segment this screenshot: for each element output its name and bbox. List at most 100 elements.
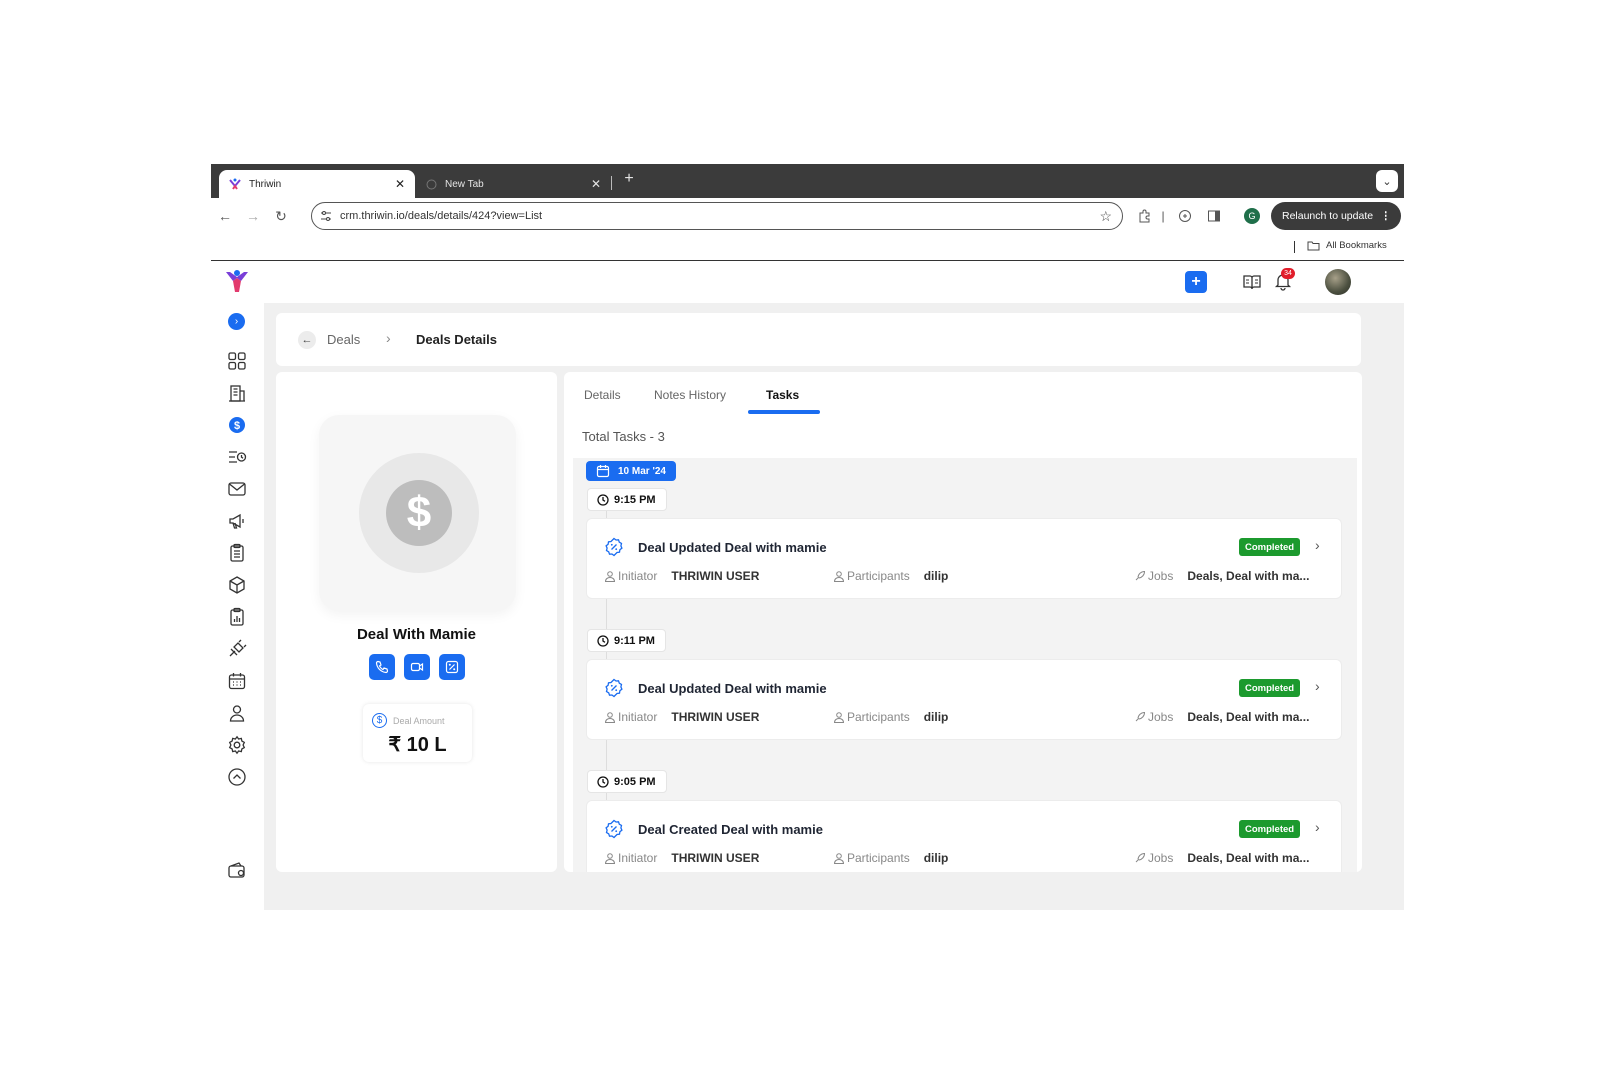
tab-details[interactable]: Details [584,388,621,402]
user-avatar[interactable] [1325,269,1351,295]
task-card[interactable]: Deal Updated Deal with mamie Completed ›… [586,659,1342,740]
participants-label-row: Participants [833,569,910,583]
thriwin-logo[interactable] [224,268,250,294]
deal-actions [369,654,465,680]
breadcrumb-deals-link[interactable]: Deals [327,332,360,347]
tab-notes-history[interactable]: Notes History [654,388,726,402]
side-panel-icon[interactable] [1206,208,1222,224]
tab-title: Thriwin [249,178,282,190]
globe-icon [425,178,437,190]
time-chip: 9:05 PM [587,770,667,793]
participants-label-row: Participants [833,710,910,724]
video-call-button[interactable] [404,654,430,680]
settings-icon[interactable] [226,734,247,755]
quick-add-button[interactable]: + [1185,271,1207,293]
browser-tab-bar: Thriwin ✕ New Tab ✕ + ⌄ [211,164,1404,198]
task-timeline[interactable]: 10 Mar '24 9:15 PM Deal Updated Deal wit… [573,458,1357,872]
chevron-right-icon[interactable]: › [1315,537,1320,553]
profile-avatar[interactable]: G [1244,208,1260,224]
rocket-icon [1135,570,1146,581]
forward-arrow-icon[interactable]: → [244,207,262,225]
kebab-menu-icon[interactable]: ⋮ [1381,210,1392,222]
report-icon[interactable] [226,606,247,627]
participants-label: Participants [847,569,910,583]
campaign-icon[interactable] [226,510,247,531]
url-text: crm.thriwin.io/deals/details/424?view=Li… [340,210,543,222]
wallet-icon[interactable] [226,859,247,880]
back-arrow-icon[interactable]: ← [298,331,316,349]
building-icon[interactable] [226,382,247,403]
product-icon[interactable] [226,574,247,595]
user-icon [604,571,616,582]
user-icon [604,853,616,864]
browser-tab-new[interactable]: New Tab ✕ [415,170,611,198]
participants-value: dilip [923,710,949,724]
discount-button[interactable] [439,654,465,680]
browser-toolbar: ← → ↻ crm.thriwin.io/deals/details/424?v… [211,198,1404,234]
dashboard-icon[interactable] [226,350,247,371]
jobs-label-row: Jobs [1134,710,1173,724]
rocket-icon [1135,711,1146,722]
task-card[interactable]: Deal Created Deal with mamie Completed ›… [586,800,1342,872]
percent-icon [445,660,459,674]
mail-icon[interactable] [226,478,247,499]
checklist-icon[interactable] [226,542,247,563]
deal-profile-card: $ Deal With Mamie $ Deal Amount ₹ 10 L [276,372,557,872]
jobs-value: Deals, Deal with ma... [1187,851,1310,865]
participants-label-row: Participants [833,851,910,865]
initiator-label-row: Initiator [604,569,657,583]
badge-percent-icon [605,678,623,698]
address-bar[interactable]: crm.thriwin.io/deals/details/424?view=Li… [311,202,1123,230]
expand-sidebar-chevron-icon[interactable]: › [228,313,245,330]
page-title: Deals Details [416,332,497,347]
browser-window: Thriwin ✕ New Tab ✕ + ⌄ ← → ↻ crm.thriwi… [211,164,1404,910]
bookmarks-bar: All Bookmarks [211,234,1404,261]
task-jobs: Jobs Deals, Deal with ma... [1134,569,1309,583]
task-jobs: Jobs Deals, Deal with ma... [1134,710,1309,724]
back-arrow-icon[interactable]: ← [216,207,234,225]
status-badge: Completed [1239,679,1301,697]
initiator-value: THRIWIN USER [671,851,760,865]
date-group-label: 10 Mar '24 [618,465,666,477]
calendar-icon[interactable] [226,670,247,691]
tab-search-chevron-icon[interactable]: ⌄ [1376,170,1398,192]
integration-icon[interactable] [226,638,247,659]
initiator-value: THRIWIN USER [671,569,760,583]
initiator-value: THRIWIN USER [671,710,760,724]
initiator-label: Initiator [618,710,658,724]
toolbar-divider: | [1161,209,1165,223]
deal-amount-value: ₹ 10 L [388,734,447,756]
extensions-icon[interactable] [1137,208,1153,224]
status-badge: Completed [1239,538,1301,556]
reload-icon[interactable]: ↻ [272,207,290,225]
collapse-icon[interactable] [226,766,247,787]
date-group-chip: 10 Mar '24 [586,461,676,481]
chevron-right-icon[interactable]: › [1315,819,1320,835]
browser-tab-thriwin[interactable]: Thriwin ✕ [219,170,415,198]
dollar-icon: $ [386,480,452,546]
task-card[interactable]: Deal Updated Deal with mamie Completed ›… [586,518,1342,599]
sync-icon[interactable] [1177,208,1193,224]
folder-icon [1307,241,1320,251]
user-icon [833,853,845,864]
call-button[interactable] [369,654,395,680]
bookmark-star-icon[interactable]: ☆ [1099,208,1112,225]
new-tab-icon[interactable]: + [619,170,639,192]
book-icon[interactable] [1242,272,1262,292]
chevron-right-icon[interactable]: › [1315,678,1320,694]
tab-tasks[interactable]: Tasks [766,388,799,402]
all-bookmarks-button[interactable]: All Bookmarks [1307,240,1387,251]
activity-icon[interactable] [226,446,247,467]
close-tab-icon[interactable]: ✕ [591,177,601,191]
relaunch-label: Relaunch to update [1282,210,1374,222]
deal-avatar-circle: $ [359,453,479,573]
calendar-icon [596,465,610,478]
close-tab-icon[interactable]: ✕ [395,177,405,191]
site-settings-icon[interactable] [320,210,332,222]
thriwin-favicon-icon [229,178,241,190]
participants-label: Participants [847,851,910,865]
relaunch-button[interactable]: Relaunch to update ⋮ [1271,202,1401,230]
deals-icon[interactable]: $ [226,414,247,435]
user-icon[interactable] [226,702,247,723]
sidebar: › $ [211,303,264,910]
